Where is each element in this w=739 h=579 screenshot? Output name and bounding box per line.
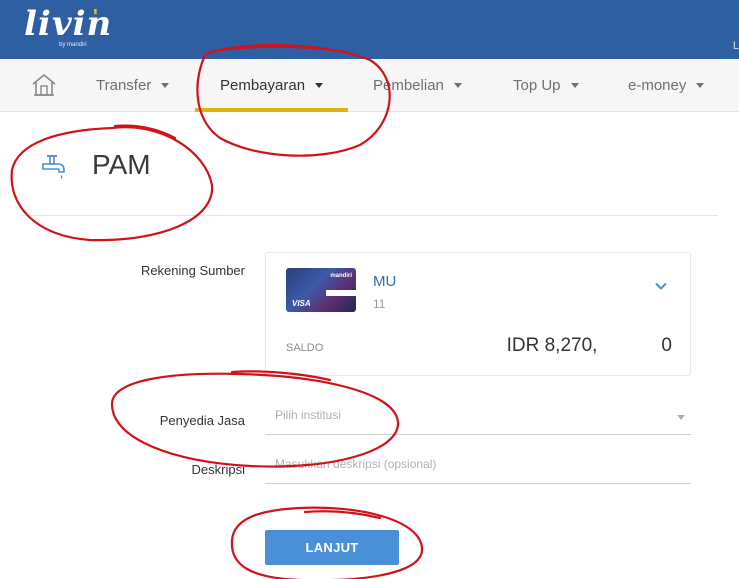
water-tap-icon [42,155,65,179]
balance-tail: 0 [661,335,672,356]
nav-emoney-label: e-money [628,77,687,94]
description-label: Deskripsi [191,462,245,477]
source-account-selector[interactable]: mandiri VISA MU 11 SALDO IDR 8,270, 0 [265,252,691,376]
card-thumbnail: mandiri VISA [286,268,356,312]
chevron-down-icon [570,83,579,88]
nav-pembayaran[interactable]: Pembayaran [220,59,324,112]
provider-select[interactable]: Pilih institusi [265,399,691,435]
nav-transfer[interactable]: Transfer [96,59,170,112]
balance-value: IDR 8,270, 0 [507,335,672,357]
livin-logo[interactable]: livin ' by mandiri [24,4,113,48]
active-tab-indicator [195,108,348,112]
logo-text: livin [24,4,113,44]
visa-logo: VISA [292,299,311,308]
account-name: MU [373,273,397,290]
source-account-label: Rekening Sumber [140,263,245,278]
chevron-down-icon [315,83,324,88]
submit-button[interactable]: LANJUT [265,530,399,565]
nav-pembelian[interactable]: Pembelian [373,59,462,112]
header-user-text[interactable]: L [733,40,739,52]
title-divider [20,215,718,216]
page-title: PAM [92,149,151,180]
provider-placeholder: Pilih institusi [275,408,342,422]
main-nav: Transfer Pembayaran Pembelian Top Up e-m… [0,59,739,112]
logo-accent: ' [93,6,98,28]
nav-pembelian-label: Pembelian [373,77,444,94]
chevron-down-icon [696,83,705,88]
top-header: livin ' by mandiri L [0,0,739,59]
card-bank-text: mandiri [330,273,352,279]
balance-amount: IDR 8,270, [506,335,598,356]
nav-emoney[interactable]: e-money [628,59,705,112]
provider-label: Penyedia Jasa [159,413,245,428]
annotation-circle-title [10,124,214,242]
page-header: PAM [40,148,151,182]
balance-label: SALDO [286,342,324,354]
dropdown-arrow-icon [677,415,685,420]
chevron-down-icon[interactable] [654,279,668,293]
nav-topup[interactable]: Top Up [513,59,579,112]
chevron-down-icon [161,83,170,88]
account-number: 11 [373,297,386,311]
card-stripe [326,290,356,296]
chevron-down-icon [453,83,462,88]
description-input[interactable]: Masukkan deskripsi (opsional) [265,448,691,484]
nav-pembayaran-label: Pembayaran [220,77,306,94]
home-icon[interactable] [31,72,57,98]
nav-topup-label: Top Up [513,77,561,94]
description-placeholder: Masukkan deskripsi (opsional) [275,457,437,471]
logo-subtitle: by mandiri [59,42,87,48]
nav-transfer-label: Transfer [96,77,152,94]
